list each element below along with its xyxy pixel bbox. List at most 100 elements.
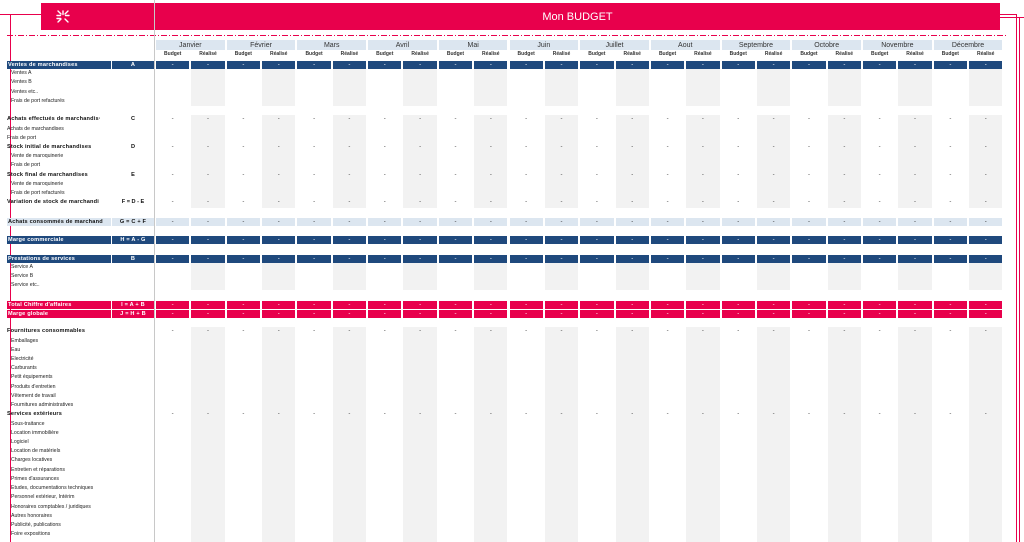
value-cell[interactable]: - <box>792 61 826 69</box>
value-cell[interactable]: - <box>156 61 190 69</box>
value-cell[interactable]: - <box>933 254 968 263</box>
value-cell[interactable]: - <box>227 327 260 335</box>
value-cell[interactable]: - <box>439 198 472 206</box>
value-cell[interactable]: - <box>615 236 649 245</box>
value-cell[interactable]: - <box>792 309 826 318</box>
value-cell[interactable]: - <box>545 410 578 418</box>
value-cell[interactable]: - <box>403 254 437 263</box>
value-cell[interactable]: - <box>156 217 190 226</box>
value-cell[interactable]: - <box>403 61 437 69</box>
value-cell[interactable]: - <box>580 254 614 263</box>
value-cell[interactable]: - <box>792 198 825 206</box>
value-cell[interactable]: - <box>544 254 579 263</box>
value-cell[interactable]: - <box>756 300 791 309</box>
value-cell[interactable]: - <box>297 254 331 263</box>
value-cell[interactable]: - <box>439 115 472 123</box>
value-cell[interactable]: - <box>368 300 402 309</box>
value-cell[interactable]: - <box>474 198 507 206</box>
value-cell[interactable]: - <box>156 143 189 151</box>
value-cell[interactable]: - <box>297 61 331 69</box>
value-cell[interactable]: - <box>403 115 436 123</box>
value-cell[interactable]: - <box>368 410 401 418</box>
value-cell[interactable]: - <box>863 327 896 335</box>
value-cell[interactable]: - <box>191 254 225 263</box>
value-cell[interactable]: - <box>863 143 896 151</box>
value-cell[interactable]: - <box>828 115 861 123</box>
value-cell[interactable]: - <box>580 143 613 151</box>
value-cell[interactable]: - <box>333 171 366 179</box>
value-cell[interactable]: - <box>616 143 649 151</box>
value-cell[interactable]: - <box>651 198 684 206</box>
value-cell[interactable]: - <box>756 309 791 318</box>
value-cell[interactable]: - <box>368 198 401 206</box>
value-cell[interactable]: - <box>510 198 543 206</box>
value-cell[interactable]: - <box>792 327 825 335</box>
value-cell[interactable]: - <box>191 236 225 245</box>
value-cell[interactable]: - <box>757 410 790 418</box>
value-cell[interactable]: - <box>615 300 649 309</box>
value-cell[interactable]: - <box>969 198 1002 206</box>
value-cell[interactable]: - <box>828 198 861 206</box>
value-cell[interactable]: - <box>333 143 366 151</box>
value-cell[interactable]: - <box>403 300 437 309</box>
value-cell[interactable]: - <box>226 217 261 226</box>
value-cell[interactable]: - <box>686 143 719 151</box>
value-cell[interactable]: - <box>934 198 967 206</box>
value-cell[interactable]: - <box>686 61 720 69</box>
value-cell[interactable]: - <box>580 61 614 69</box>
value-cell[interactable]: - <box>403 143 436 151</box>
value-cell[interactable]: - <box>898 143 931 151</box>
value-cell[interactable]: - <box>262 217 296 226</box>
value-cell[interactable]: - <box>227 115 260 123</box>
value-cell[interactable]: - <box>650 236 685 245</box>
value-cell[interactable]: - <box>792 115 825 123</box>
value-cell[interactable]: - <box>863 115 896 123</box>
value-cell[interactable]: - <box>580 171 613 179</box>
value-cell[interactable]: - <box>191 171 224 179</box>
value-cell[interactable]: - <box>438 217 473 226</box>
value-cell[interactable]: - <box>474 115 507 123</box>
value-cell[interactable]: - <box>722 327 755 335</box>
value-cell[interactable]: - <box>474 236 508 245</box>
value-cell[interactable]: - <box>898 61 932 69</box>
value-cell[interactable]: - <box>333 115 366 123</box>
value-cell[interactable]: - <box>156 198 189 206</box>
value-cell[interactable]: - <box>262 236 296 245</box>
value-cell[interactable]: - <box>828 143 861 151</box>
value-cell[interactable]: - <box>438 236 473 245</box>
value-cell[interactable]: - <box>792 410 825 418</box>
value-cell[interactable]: - <box>156 115 189 123</box>
value-cell[interactable]: - <box>332 236 367 245</box>
value-cell[interactable]: - <box>827 217 861 226</box>
value-cell[interactable]: - <box>368 254 402 263</box>
value-cell[interactable]: - <box>686 236 720 245</box>
value-cell[interactable]: - <box>474 254 508 263</box>
value-cell[interactable]: - <box>898 236 932 245</box>
value-cell[interactable]: - <box>509 254 543 263</box>
value-cell[interactable]: - <box>580 309 614 318</box>
value-cell[interactable]: - <box>898 115 931 123</box>
value-cell[interactable]: - <box>368 61 402 69</box>
value-cell[interactable]: - <box>686 327 719 335</box>
value-cell[interactable]: - <box>863 309 897 318</box>
value-cell[interactable]: - <box>863 217 897 226</box>
value-cell[interactable]: - <box>580 236 614 245</box>
value-cell[interactable]: - <box>828 171 861 179</box>
value-cell[interactable]: - <box>509 61 543 69</box>
value-cell[interactable]: - <box>297 171 330 179</box>
value-cell[interactable]: - <box>757 171 790 179</box>
value-cell[interactable]: - <box>792 217 826 226</box>
value-cell[interactable]: - <box>792 300 826 309</box>
value-cell[interactable]: - <box>969 115 1002 123</box>
value-cell[interactable]: - <box>297 217 331 226</box>
value-cell[interactable]: - <box>226 61 261 69</box>
value-cell[interactable]: - <box>332 61 367 69</box>
value-cell[interactable]: - <box>969 236 1003 245</box>
value-cell[interactable]: - <box>509 300 543 309</box>
value-cell[interactable]: - <box>262 198 295 206</box>
value-cell[interactable]: - <box>827 309 861 318</box>
value-cell[interactable]: - <box>616 171 649 179</box>
value-cell[interactable]: - <box>828 327 861 335</box>
value-cell[interactable]: - <box>792 236 826 245</box>
value-cell[interactable]: - <box>368 171 401 179</box>
